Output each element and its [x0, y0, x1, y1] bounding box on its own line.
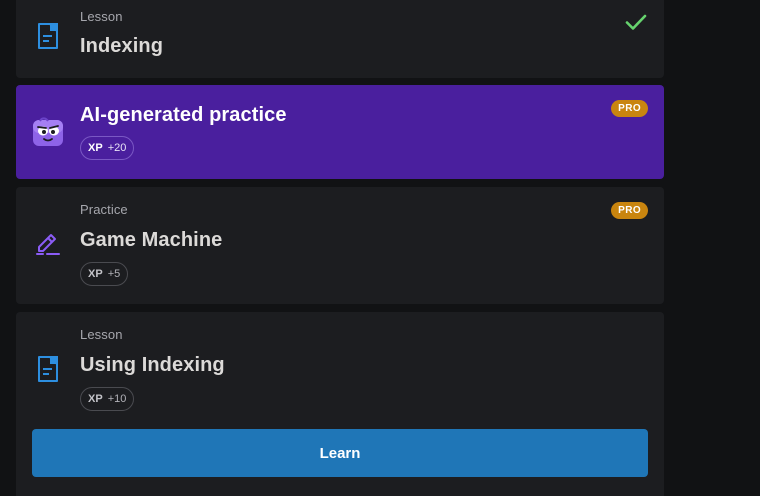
xp-badge: XP +10	[80, 387, 135, 411]
check-icon	[624, 10, 648, 34]
item-title: Game Machine	[80, 229, 223, 251]
lesson-card-indexing[interactable]: Lesson Indexing	[16, 0, 664, 78]
document-icon	[32, 353, 64, 385]
xp-label: XP	[88, 393, 103, 405]
xp-value: +10	[107, 393, 127, 405]
xp-label: XP	[88, 142, 103, 154]
item-kind-label: Practice	[80, 202, 128, 217]
lesson-list: Lesson Indexing AI-generated practice XP…	[0, 0, 760, 496]
pencil-icon	[32, 228, 64, 260]
xp-value: +5	[107, 268, 121, 280]
item-title: AI-generated practice	[80, 104, 287, 126]
item-kind-label: Lesson	[80, 327, 123, 342]
document-icon	[32, 20, 64, 52]
item-kind-label: Lesson	[80, 9, 123, 24]
learn-button[interactable]: Learn	[32, 429, 648, 477]
item-title: Indexing	[80, 35, 164, 57]
item-title: Using Indexing	[80, 354, 225, 376]
ai-practice-card[interactable]: AI-generated practice XP +20 PRO	[16, 85, 664, 179]
xp-badge: XP +5	[80, 262, 129, 286]
xp-label: XP	[88, 268, 103, 280]
xp-value: +20	[107, 142, 127, 154]
robot-mascot-icon	[32, 116, 64, 148]
pro-badge: PRO	[611, 202, 648, 219]
xp-badge: XP +20	[80, 136, 135, 160]
practice-card-game-machine[interactable]: Practice Game Machine XP +5 PRO	[16, 187, 664, 304]
lesson-card-using-indexing[interactable]: Lesson Using Indexing XP +10 Learn	[16, 312, 664, 496]
pro-badge: PRO	[611, 100, 648, 117]
